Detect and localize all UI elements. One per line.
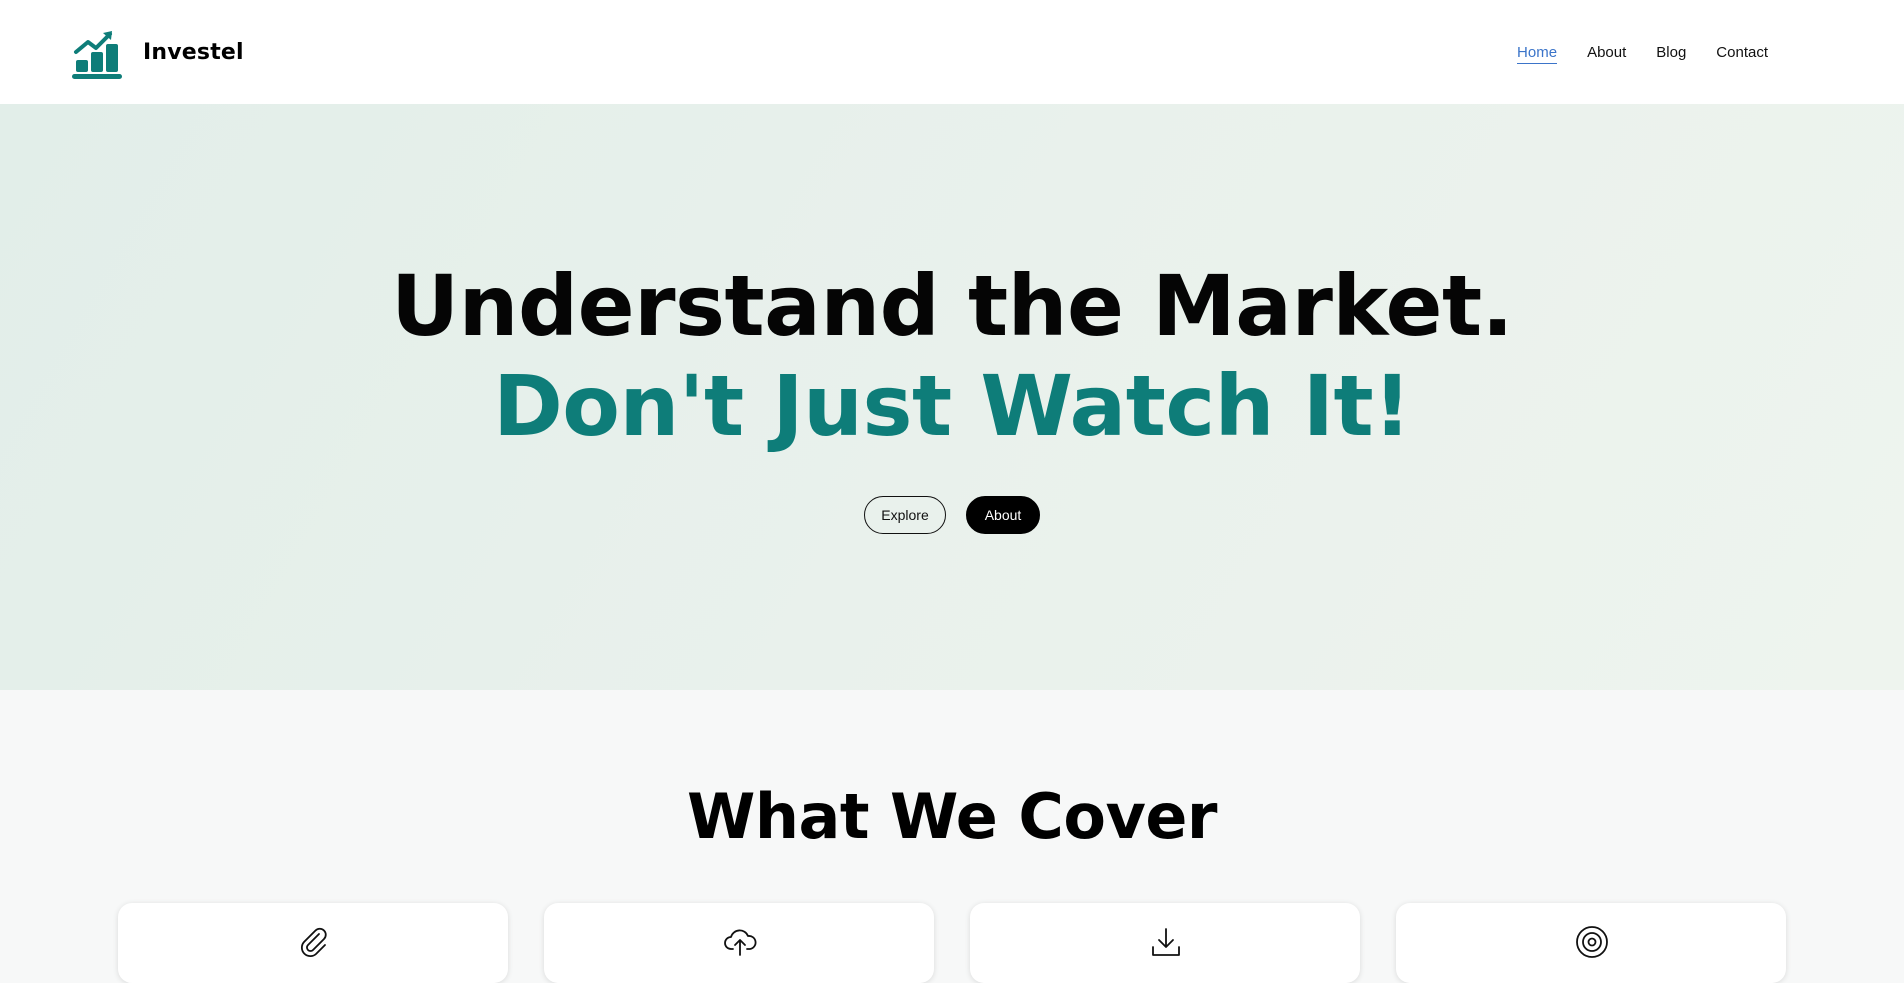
nav-home[interactable]: Home bbox=[1517, 44, 1558, 64]
about-button[interactable]: About bbox=[966, 496, 1040, 534]
site-header: Investel Home About Blog Contact bbox=[0, 0, 1904, 104]
paperclip-icon bbox=[300, 927, 327, 958]
hero-headline-line1: Understand the Market. bbox=[390, 257, 1514, 355]
section-title: What We Cover bbox=[686, 780, 1218, 853]
target-icon bbox=[1576, 926, 1608, 958]
hero-buttons: Explore About bbox=[0, 496, 1904, 534]
explore-button[interactable]: Explore bbox=[864, 496, 946, 534]
growth-chart-icon[interactable] bbox=[70, 26, 124, 80]
hero-headline-line2: Don't Just Watch It! bbox=[493, 357, 1411, 455]
cover-card-1[interactable] bbox=[118, 903, 508, 983]
cover-card-4[interactable] bbox=[1396, 903, 1786, 983]
download-icon bbox=[1152, 928, 1180, 956]
hero-section: Understand the Market. Don't Just Watch … bbox=[0, 104, 1904, 690]
nav-about[interactable]: About bbox=[1587, 44, 1626, 64]
cover-card-3[interactable] bbox=[970, 903, 1360, 983]
brand-name[interactable]: Investel bbox=[143, 40, 244, 65]
main-nav: Home About Blog Contact bbox=[1517, 44, 1768, 64]
cloud-upload-icon bbox=[724, 929, 757, 956]
cover-card-2[interactable] bbox=[544, 903, 934, 983]
what-we-cover-section: What We Cover bbox=[0, 690, 1904, 983]
nav-blog[interactable]: Blog bbox=[1656, 44, 1686, 64]
nav-contact[interactable]: Contact bbox=[1716, 44, 1768, 64]
